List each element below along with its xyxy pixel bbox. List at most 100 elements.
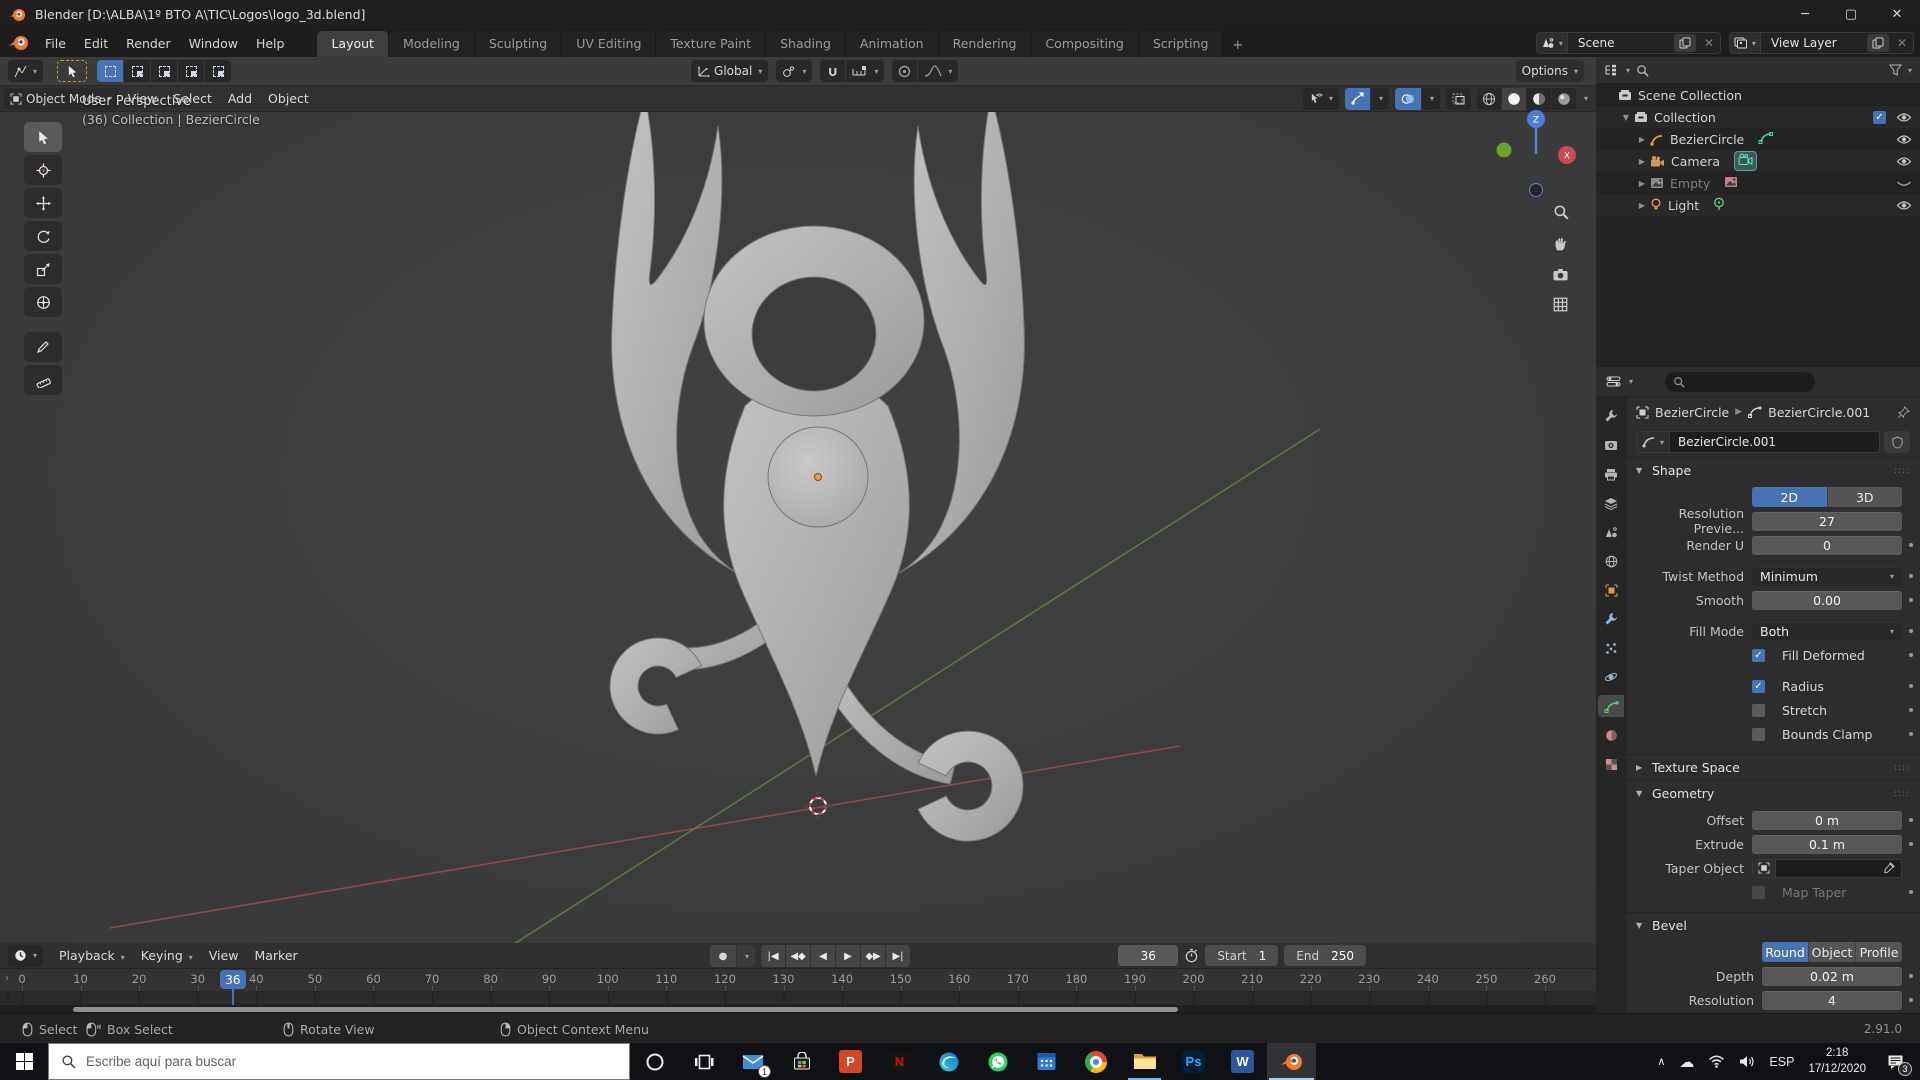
animate-dot[interactable] bbox=[1909, 998, 1913, 1002]
next-keyframe-button[interactable]: ◆▶ bbox=[861, 945, 885, 967]
workspace-tab-compositing[interactable]: Compositing bbox=[1031, 31, 1138, 57]
properties-tab-scene[interactable] bbox=[1598, 521, 1624, 543]
gizmos-dropdown[interactable]: ▾ bbox=[1371, 88, 1389, 110]
section-grip-icon[interactable]: :::: bbox=[1894, 763, 1910, 773]
eye-closed-icon[interactable] bbox=[1896, 178, 1912, 189]
value-slider-resolution-previe-[interactable]: 27 bbox=[1752, 512, 1902, 531]
dropdown-fill-mode[interactable]: Both▾ bbox=[1752, 622, 1902, 641]
eye-open-icon[interactable] bbox=[1896, 134, 1912, 145]
tool-rotate[interactable] bbox=[24, 221, 62, 251]
breadcrumb-data[interactable]: BezierCircle.001 bbox=[1768, 405, 1870, 420]
overlays-toggle[interactable] bbox=[1395, 88, 1421, 110]
prev-keyframe-button[interactable]: ◀◆ bbox=[786, 945, 810, 967]
properties-tab-texture[interactable] bbox=[1598, 753, 1624, 775]
properties-tab-particles[interactable] bbox=[1598, 637, 1624, 659]
new-view-layer-icon[interactable] bbox=[1867, 34, 1889, 52]
jump-end-button[interactable]: ▶| bbox=[886, 945, 910, 967]
add-workspace-button[interactable]: + bbox=[1223, 34, 1252, 57]
menu-render[interactable]: Render bbox=[117, 32, 180, 55]
workspace-tab-scripting[interactable]: Scripting bbox=[1139, 31, 1224, 57]
logo-3d-object[interactable] bbox=[610, 96, 1024, 841]
breadcrumb-object[interactable]: BezierCircle bbox=[1655, 405, 1729, 420]
volume-icon[interactable] bbox=[1739, 1055, 1755, 1068]
blender-logo[interactable] bbox=[8, 35, 30, 51]
animate-dot[interactable] bbox=[1909, 974, 1913, 978]
properties-tab-physics[interactable] bbox=[1598, 666, 1624, 688]
workspace-tab-layout[interactable]: Layout bbox=[317, 31, 389, 57]
section-header[interactable]: ▼Bevel bbox=[1626, 913, 1920, 938]
dropdown-twist-method[interactable]: Minimum▾ bbox=[1752, 567, 1902, 586]
options-dropdown[interactable]: Options▾ bbox=[1516, 60, 1584, 82]
viewport-pan-hand-icon[interactable] bbox=[1553, 236, 1568, 252]
animate-dot[interactable] bbox=[1909, 842, 1913, 846]
close-button[interactable]: ✕ bbox=[1874, 0, 1920, 29]
taskbar-icon-cortana[interactable] bbox=[630, 1043, 679, 1080]
wifi-icon[interactable] bbox=[1708, 1055, 1725, 1068]
xray-toggle[interactable] bbox=[1446, 88, 1471, 110]
new-scene-icon[interactable] bbox=[1674, 34, 1696, 52]
menu-help[interactable]: Help bbox=[247, 32, 294, 55]
animate-dot[interactable] bbox=[1909, 732, 1913, 736]
animate-dot[interactable] bbox=[1909, 890, 1913, 894]
transform-orientation-dropdown[interactable]: Global▾ bbox=[691, 60, 768, 82]
taskbar-icon-task-view[interactable] bbox=[679, 1043, 728, 1080]
minimize-button[interactable]: ─ bbox=[1782, 0, 1828, 29]
value-slider-smooth[interactable]: 0.00 bbox=[1752, 591, 1902, 610]
taskbar-icon-whatsapp[interactable] bbox=[973, 1043, 1022, 1080]
properties-tab-output[interactable] bbox=[1598, 463, 1624, 485]
eyedropper-icon[interactable] bbox=[1882, 862, 1901, 875]
unlink-scene-icon[interactable]: ✕ bbox=[1698, 36, 1720, 50]
active-tool-indicator[interactable] bbox=[57, 60, 87, 82]
checkbox[interactable] bbox=[1752, 886, 1765, 899]
eye-open-icon[interactable] bbox=[1896, 200, 1912, 211]
axis-y-handle[interactable] bbox=[1497, 143, 1512, 158]
properties-tab-world[interactable] bbox=[1598, 550, 1624, 572]
playhead-badge[interactable]: 36 bbox=[220, 970, 246, 989]
play-button[interactable]: ▶ bbox=[836, 945, 860, 967]
properties-tab-material[interactable] bbox=[1598, 724, 1624, 746]
outliner-search-icon[interactable] bbox=[1636, 64, 1649, 77]
taskbar-icon-chrome[interactable] bbox=[1071, 1043, 1120, 1080]
menu-edit[interactable]: Edit bbox=[75, 32, 117, 55]
outliner-editor-icon[interactable] bbox=[1604, 64, 1618, 77]
workspace-tab-texture-paint[interactable]: Texture Paint bbox=[656, 31, 766, 57]
gizmos-toggle[interactable] bbox=[1345, 88, 1370, 110]
use-preview-range-icon[interactable] bbox=[1184, 948, 1199, 963]
expander-icon[interactable]: ▶ bbox=[1634, 179, 1650, 188]
onedrive-cloud-icon[interactable]: ☁ bbox=[1679, 1053, 1694, 1071]
animate-dot[interactable] bbox=[1909, 653, 1913, 657]
tool-transform[interactable] bbox=[24, 287, 62, 317]
select-subtract-button[interactable] bbox=[151, 60, 177, 82]
frame-start-field[interactable]: Start 1 bbox=[1205, 945, 1278, 966]
pivot-point-dropdown[interactable]: ▾ bbox=[776, 60, 812, 82]
outliner-filter-icon[interactable] bbox=[1889, 64, 1902, 76]
workspace-tab-modeling[interactable]: Modeling bbox=[389, 31, 475, 57]
animate-dot[interactable] bbox=[1909, 543, 1913, 547]
tool-scale[interactable] bbox=[24, 254, 62, 284]
timeline-track[interactable] bbox=[0, 991, 1596, 1005]
proportional-falloff-dropdown[interactable]: ▾ bbox=[918, 60, 958, 82]
play-reverse-button[interactable]: ◀ bbox=[811, 945, 835, 967]
jump-start-button[interactable]: |◀ bbox=[761, 945, 785, 967]
timeline-scrollbar-thumb[interactable] bbox=[73, 1007, 1178, 1012]
proportional-editing-toggle[interactable] bbox=[892, 60, 917, 82]
axis-z-negative-handle[interactable] bbox=[1530, 184, 1543, 197]
auto-keying-toggle[interactable]: ● bbox=[710, 945, 736, 967]
animate-dot[interactable] bbox=[1909, 574, 1913, 578]
clock[interactable]: 2:18 17/12/2020 bbox=[1808, 1046, 1866, 1077]
tool-measure[interactable] bbox=[24, 365, 62, 395]
taskbar-icon-edge[interactable] bbox=[924, 1043, 973, 1080]
scene-name[interactable]: Scene bbox=[1568, 36, 1672, 50]
tool-select-box[interactable] bbox=[24, 122, 62, 152]
section-grip-icon[interactable]: :::: bbox=[1894, 789, 1910, 799]
checkbox[interactable] bbox=[1752, 728, 1765, 741]
taskbar-icon-photoshop[interactable]: Ps bbox=[1169, 1043, 1218, 1080]
tool-move[interactable] bbox=[24, 188, 62, 218]
select-extend-button[interactable] bbox=[124, 60, 150, 82]
outliner-row-camera[interactable]: ▶Camera bbox=[1596, 150, 1920, 172]
menu-file[interactable]: File bbox=[36, 32, 75, 55]
remove-view-layer-icon[interactable]: ✕ bbox=[1891, 36, 1913, 50]
language-indicator[interactable]: ESP bbox=[1769, 1055, 1794, 1069]
taskbar-icon-calendar[interactable] bbox=[1022, 1043, 1071, 1080]
workspace-tab-sculpting[interactable]: Sculpting bbox=[475, 31, 562, 57]
